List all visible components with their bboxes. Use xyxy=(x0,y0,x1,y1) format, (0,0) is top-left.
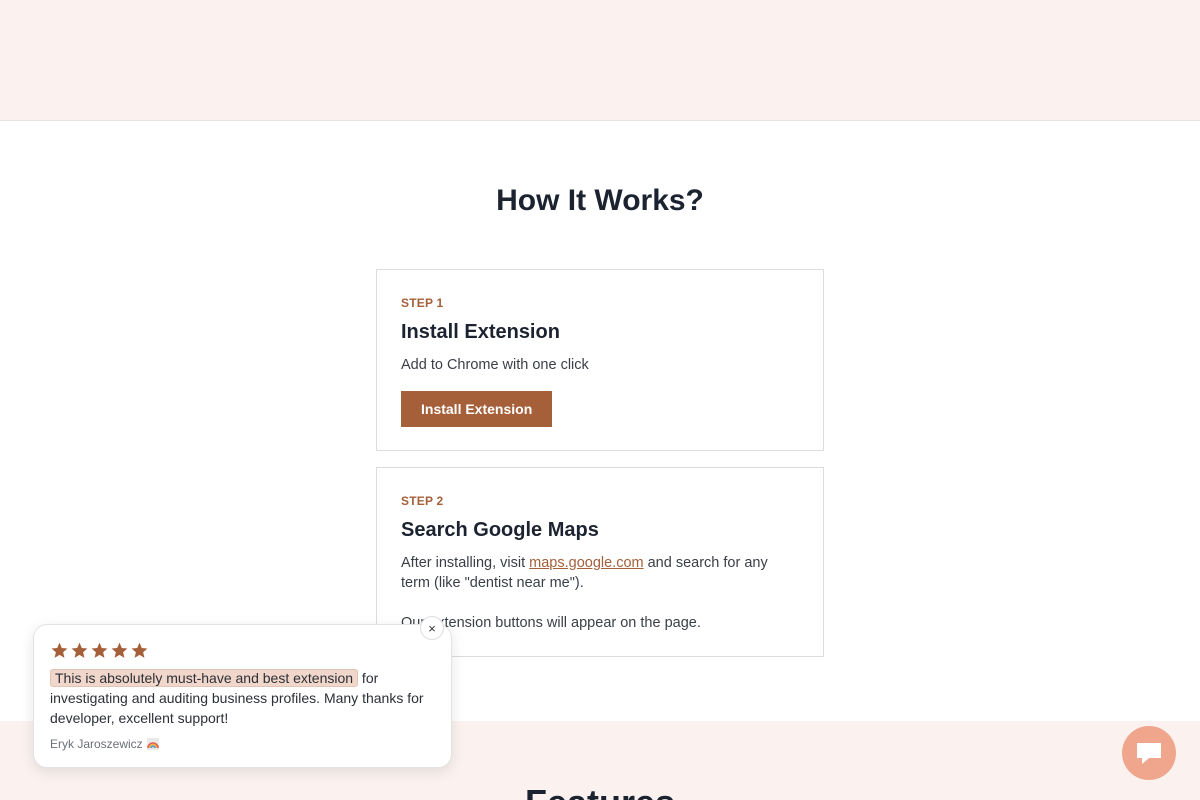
review-highlight: This is absolutely must-have and best ex… xyxy=(50,669,359,687)
star-icon xyxy=(51,642,68,658)
step-2-label: STEP 2 xyxy=(401,494,444,508)
step-1-label: STEP 1 xyxy=(401,296,444,310)
maps-google-link[interactable]: maps.google.com xyxy=(529,555,643,571)
rainbow-icon xyxy=(146,738,159,750)
chat-button[interactable] xyxy=(1122,726,1176,780)
close-icon[interactable]: × xyxy=(420,616,444,640)
step-2-second-paragraph: Our extension buttons will appear on the… xyxy=(401,615,701,631)
reviewer: Eryk Jaroszewicz xyxy=(50,737,435,751)
step-2-text-before-link: After installing, visit xyxy=(401,555,530,571)
install-extension-button[interactable]: Install Extension xyxy=(401,391,553,427)
chat-icon xyxy=(1137,743,1161,764)
step-1-card: STEP 1 Install Extension Add to Chrome w… xyxy=(376,269,824,451)
step-1-description: Add to Chrome with one click xyxy=(401,357,589,373)
top-section-band xyxy=(0,0,1200,121)
step-2-heading: Search Google Maps xyxy=(401,519,599,541)
step-1-heading: Install Extension xyxy=(401,321,560,343)
review-text: This is absolutely must-have and best ex… xyxy=(50,668,435,728)
step-2-description: After installing, visit maps.google.com … xyxy=(401,553,799,633)
reviewer-name: Eryk Jaroszewicz xyxy=(50,737,143,751)
review-popup: This is absolutely must-have and best ex… xyxy=(33,624,452,768)
rating-stars xyxy=(50,641,435,661)
star-icon xyxy=(71,642,88,658)
star-icon xyxy=(111,642,128,658)
how-it-works-title: How It Works? xyxy=(496,184,704,217)
star-icon xyxy=(91,642,108,658)
star-icon xyxy=(131,642,148,658)
features-title: Features xyxy=(0,782,1200,800)
